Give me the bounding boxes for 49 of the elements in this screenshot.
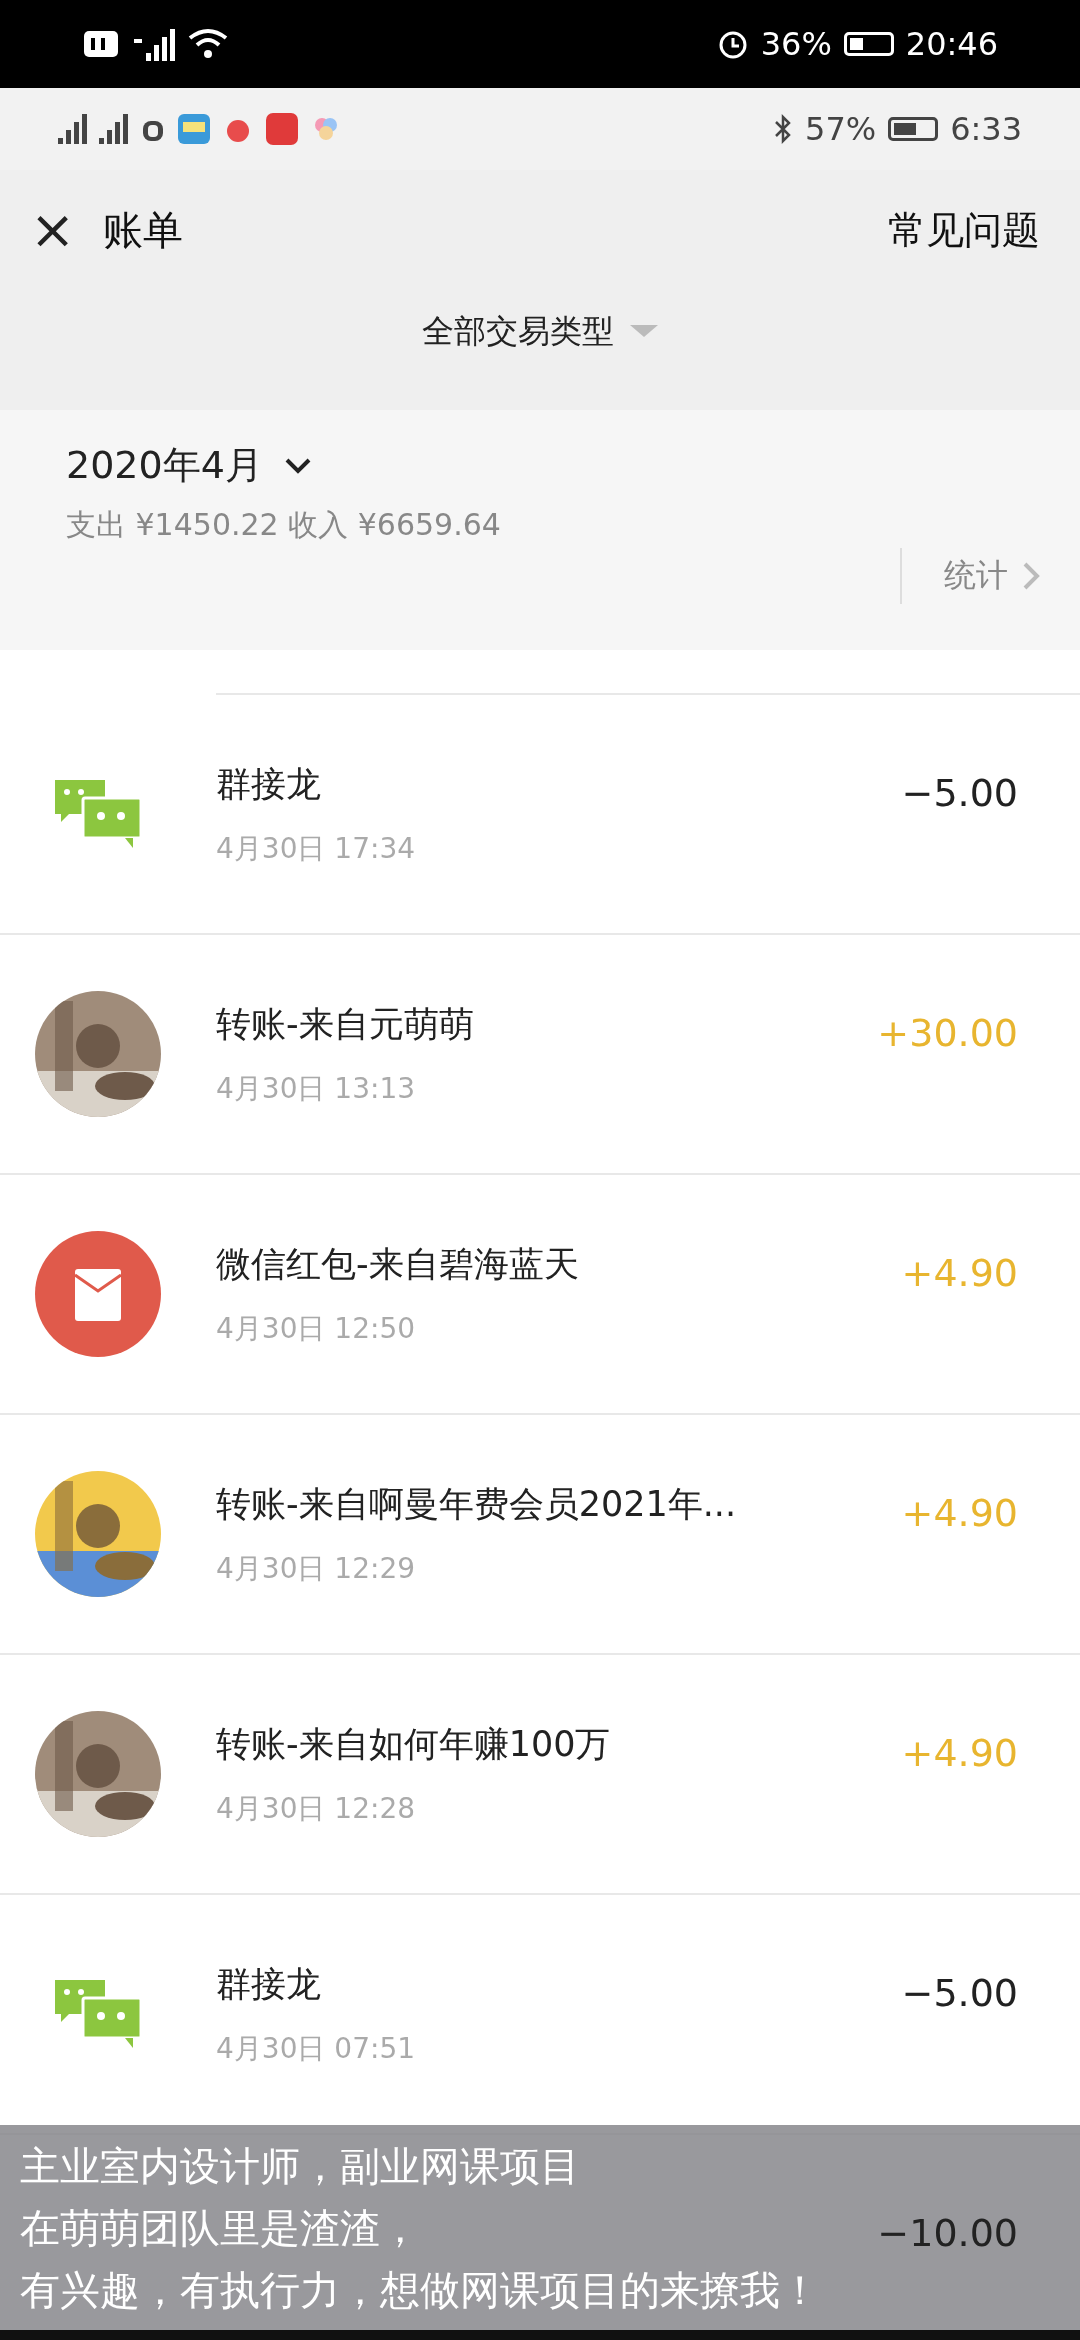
close-button[interactable]: × [30,203,76,257]
caption-line: 在萌萌团队里是渣渣， [20,2203,420,2253]
transaction-title: 群接龙 [216,1962,322,2006]
battery-percent: 57% [805,110,877,148]
wallet-icon [178,114,210,144]
clock: 6:33 [950,110,1022,148]
bluetooth-icon [773,113,793,145]
caption-line: 主业室内设计师，副业网课项目 [20,2141,580,2191]
battery-icon [888,117,939,141]
signal-icon [99,114,128,144]
transaction-item[interactable]: 微信红包-来自碧海蓝天 4月30日 12:50 +4.90 [0,1175,1080,1415]
totals-text: 支出 ¥1450.22 收入 ¥6659.64 [66,506,502,544]
caption-line: 有兴趣，有执行力，想做网课项目的来撩我！ [20,2265,820,2315]
transaction-title: 微信红包-来自碧海蓝天 [216,1242,580,1286]
transaction-amount: +4.90 [901,1491,1018,1535]
transaction-title: 转账-来自元萌萌 [216,1002,475,1046]
transaction-title: 转账-来自啊曼年费会员2021年... [216,1482,738,1526]
transaction-item[interactable]: 转账-来自啊曼年费会员2021年... 4月30日 12:29 +4.90 [0,1415,1080,1655]
clock: 20:46 [905,25,998,63]
transaction-amount: +30.00 [877,1011,1018,1055]
caret-icon [630,325,658,339]
envelope-icon [35,1231,161,1357]
transaction-amount: +4.90 [901,1251,1018,1295]
transaction-item[interactable]: 转账-来自元萌萌 4月30日 13:13 +30.00 [0,935,1080,1175]
transaction-amount: −5.00 [901,771,1018,815]
faq-link[interactable]: 常见问题 [888,204,1040,256]
transaction-time: 4月30日 07:51 [216,2030,417,2067]
month-picker[interactable]: 2020年4月 [66,440,900,491]
transaction-time: 4月30日 12:29 [216,1550,417,1587]
battery-percent: 36% [760,25,832,63]
app-icon [266,113,298,145]
transaction-item[interactable]: 转账-来自如何年赚100万 4月30日 12:28 +4.90 [0,1655,1080,1895]
chevron-icon [1022,561,1040,591]
transaction-amount: −10.00 [877,2211,1018,2255]
transaction-amount: −5.00 [901,1971,1018,2015]
signal-icon [58,114,87,144]
wifi-icon [188,28,228,60]
transaction-type-dropdown[interactable]: 全部交易类型 [422,290,658,354]
hd-icon [84,29,118,59]
page-title: 账单 [103,205,184,255]
transaction-title: 群接龙 [216,762,322,806]
transaction-time: 4月30日 13:13 [216,1070,417,1107]
transaction-item[interactable]: 群接龙 4月30日 17:34 −5.00 [0,695,1080,935]
transaction-time: 4月30日 17:34 [216,830,417,867]
transaction-time: 4月30日 12:28 [216,1790,417,1827]
transaction-title: 转账-来自如何年赚100万 [216,1722,612,1766]
transaction-time: 4月30日 12:50 [216,1310,417,1347]
transaction-amount: +4.90 [901,1731,1018,1775]
battery-icon [843,32,894,56]
